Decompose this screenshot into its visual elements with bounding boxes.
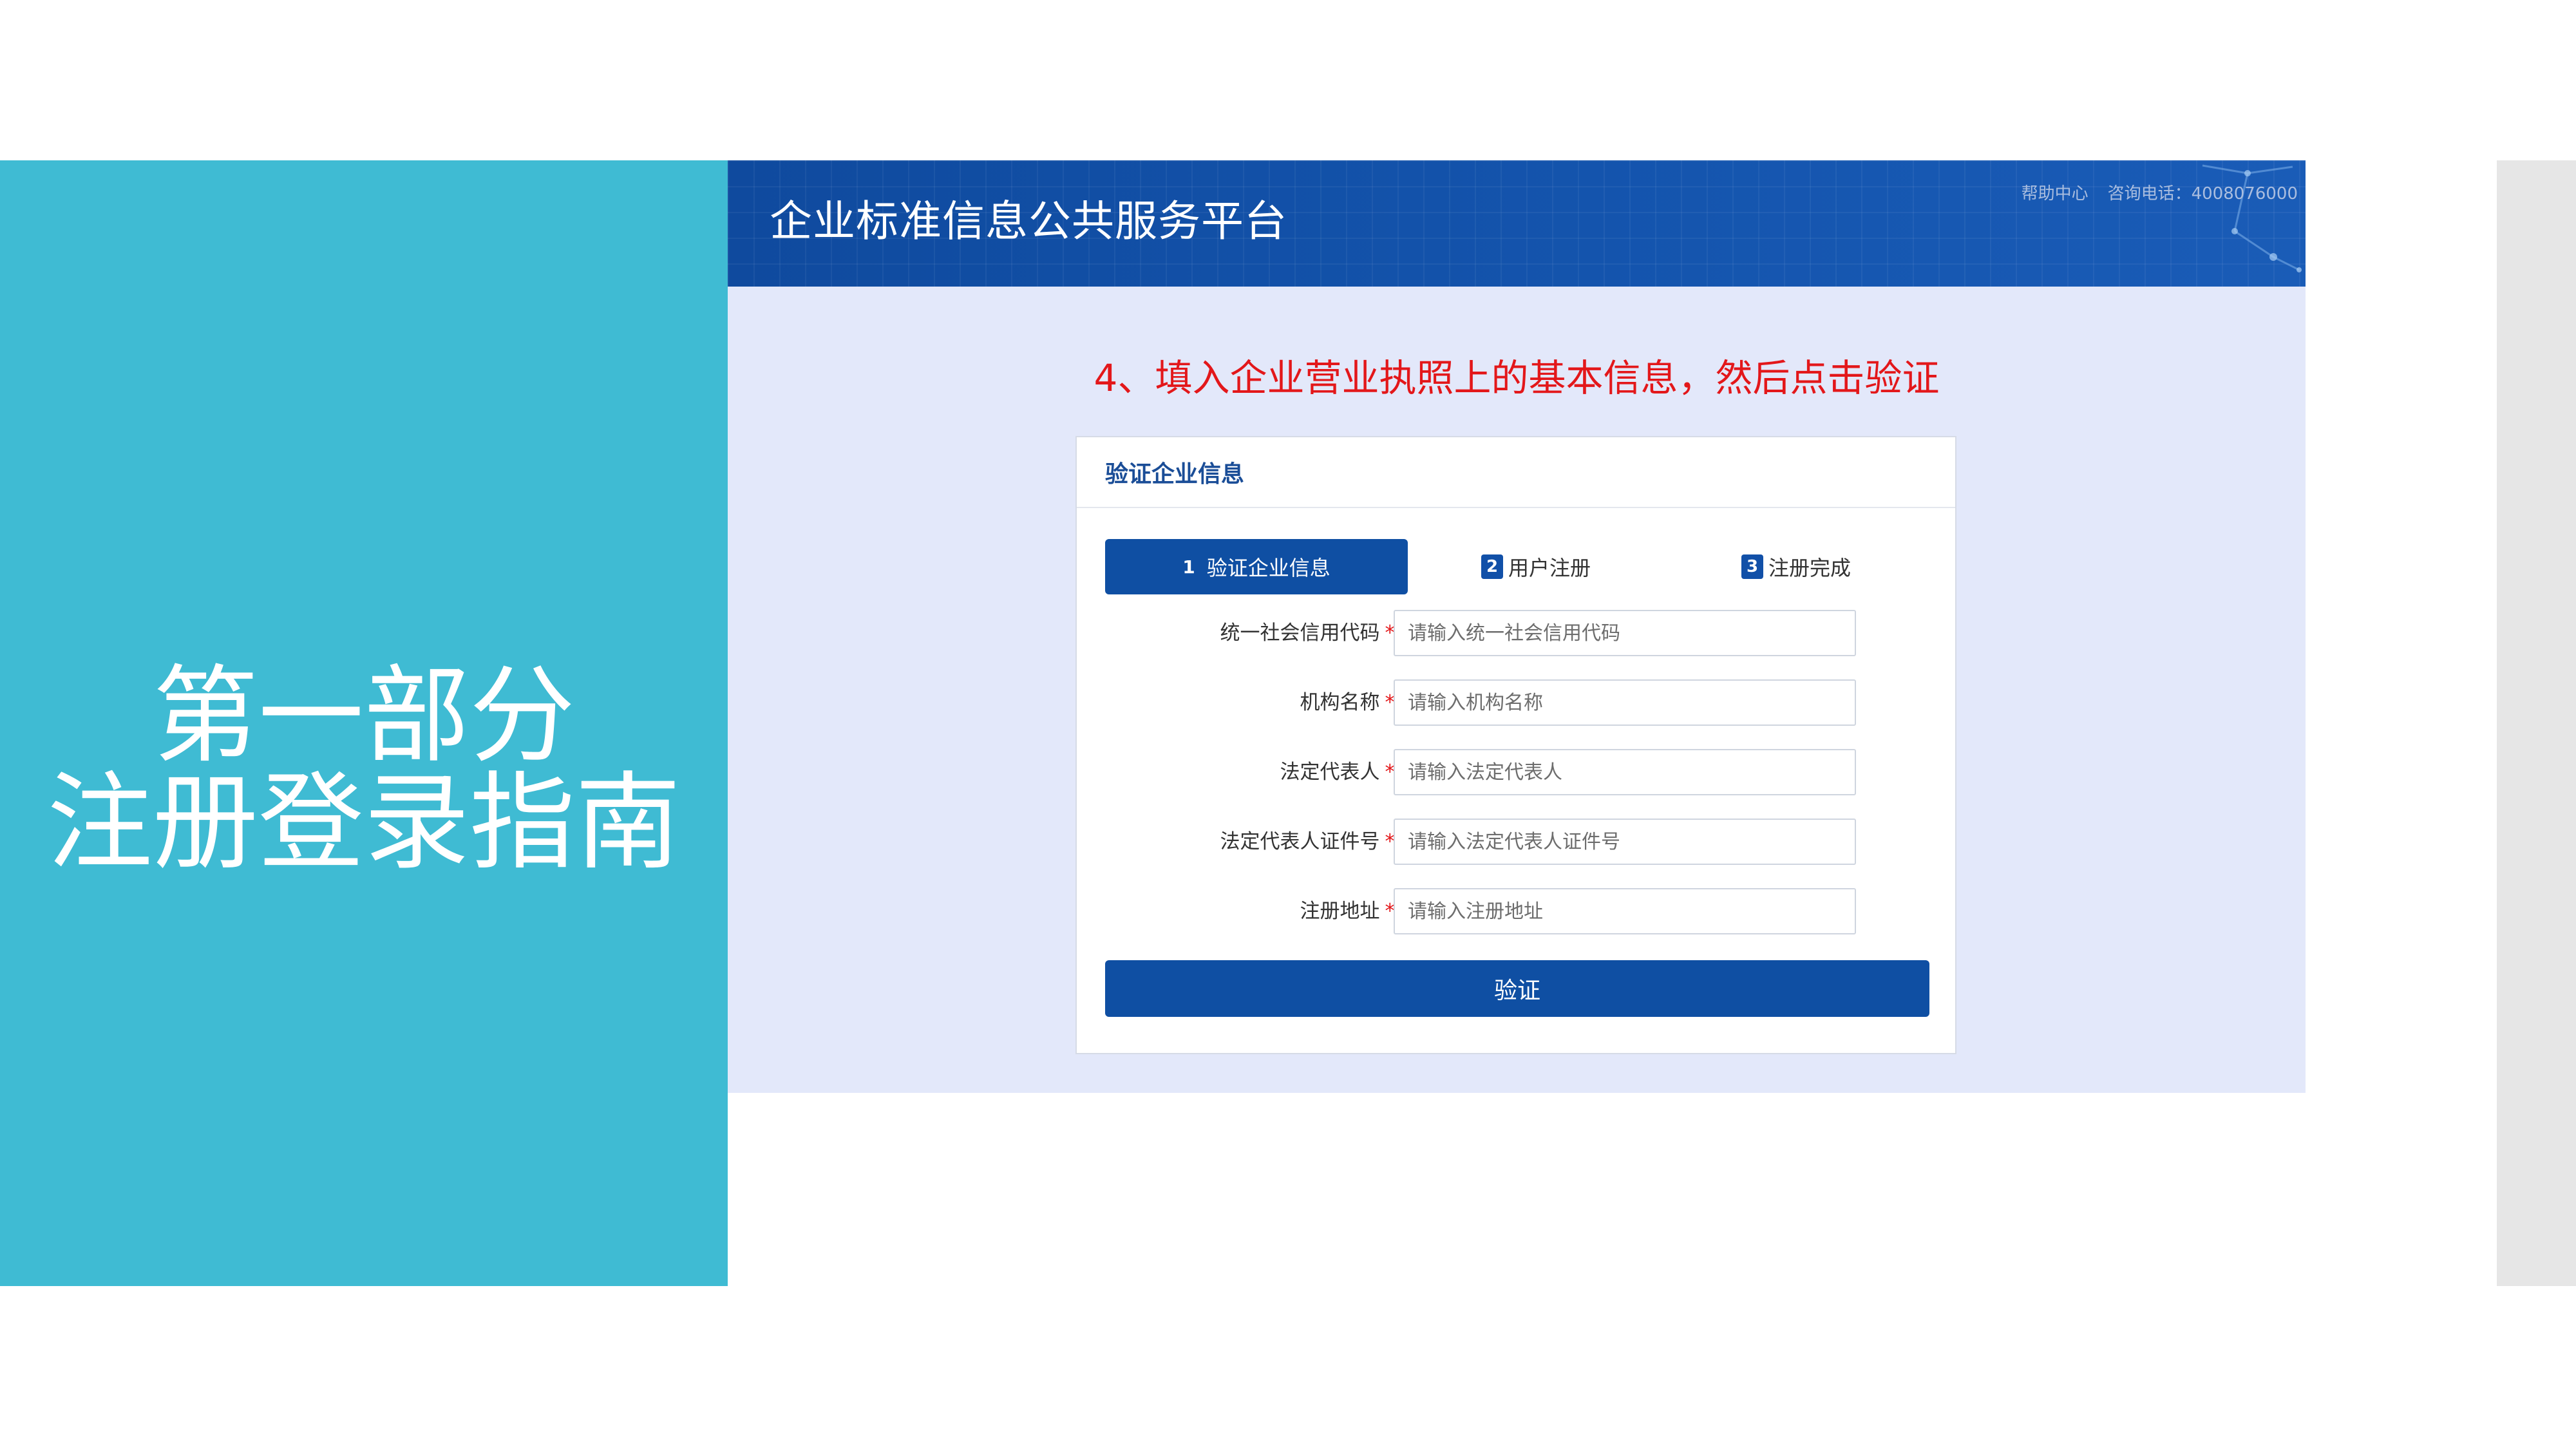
help-center-link[interactable]: 帮助中心 (2022, 182, 2088, 205)
slide-title: 第一部分 注册登录指南 (0, 663, 728, 876)
registration-screenshot: 企业标准信息公共服务平台 帮助中心 咨询电话：4008076000 4、填入企业… (728, 160, 2306, 1093)
step-3-number: 3 (1741, 554, 1763, 579)
verify-button[interactable]: 验证 (1105, 960, 1929, 1017)
address-label: 注册地址 * (1105, 888, 1396, 934)
verify-company-card: 验证企业信息 1 验证企业信息 2 用户注册 3 注册完成 统一社会信用代码 * … (1075, 436, 1956, 1054)
step-2-label: 用户注册 (1508, 556, 1591, 580)
step-1-number: 1 (1182, 556, 1195, 578)
legal-rep-id-label: 法定代表人证件号 * (1105, 819, 1396, 865)
hotline-text: 咨询电话：4008076000 (2107, 184, 2298, 204)
org-name-label: 机构名称 * (1105, 679, 1396, 726)
legal-rep-id-input[interactable] (1394, 819, 1856, 865)
legal-rep-input[interactable] (1394, 749, 1856, 795)
step-1-verify[interactable]: 1 验证企业信息 (1105, 539, 1408, 594)
legal-rep-label-text: 法定代表人 (1280, 761, 1380, 784)
slide-title-line2: 注册登录指南 (46, 761, 681, 884)
form-row-legal-rep: 法定代表人 * (1105, 749, 1929, 795)
right-side-strip (2497, 160, 2576, 1286)
legal-rep-label: 法定代表人 * (1105, 749, 1396, 795)
form-row-org-name: 机构名称 * (1105, 679, 1929, 726)
left-title-panel: 第一部分 注册登录指南 (0, 160, 728, 1286)
step-2-register[interactable]: 2 用户注册 (1481, 539, 1591, 594)
address-input[interactable] (1394, 888, 1856, 934)
instruction-text: 4、填入企业营业执照上的基本信息，然后点击验证 (1094, 356, 1940, 400)
org-name-label-text: 机构名称 (1300, 691, 1380, 714)
form-row-legal-rep-id: 法定代表人证件号 * (1105, 819, 1929, 865)
form-row-address: 注册地址 * (1105, 888, 1929, 934)
credit-code-label-text: 统一社会信用代码 (1220, 621, 1380, 645)
platform-title: 企业标准信息公共服务平台 (770, 196, 1287, 246)
form-row-credit-code: 统一社会信用代码 * (1105, 610, 1929, 656)
step-3-label: 注册完成 (1768, 556, 1852, 580)
registration-steps: 1 验证企业信息 2 用户注册 3 注册完成 (1105, 539, 1929, 594)
slide-title-line1: 第一部分 (152, 654, 575, 777)
org-name-input[interactable] (1394, 679, 1856, 726)
step-3-complete[interactable]: 3 注册完成 (1741, 539, 1851, 594)
site-header: 企业标准信息公共服务平台 帮助中心 咨询电话：4008076000 (728, 160, 2306, 287)
credit-code-label: 统一社会信用代码 * (1105, 610, 1396, 656)
header-links: 帮助中心 咨询电话：4008076000 (2022, 182, 2298, 205)
credit-code-input[interactable] (1394, 610, 1856, 656)
card-title: 验证企业信息 (1105, 461, 1245, 488)
step-1-label: 验证企业信息 (1206, 556, 1331, 580)
card-header: 验证企业信息 (1077, 437, 1955, 508)
step-2-number: 2 (1481, 554, 1503, 579)
legal-rep-id-label-text: 法定代表人证件号 (1220, 830, 1380, 853)
network-lines-icon (2202, 164, 2302, 272)
address-label-text: 注册地址 (1300, 900, 1380, 923)
